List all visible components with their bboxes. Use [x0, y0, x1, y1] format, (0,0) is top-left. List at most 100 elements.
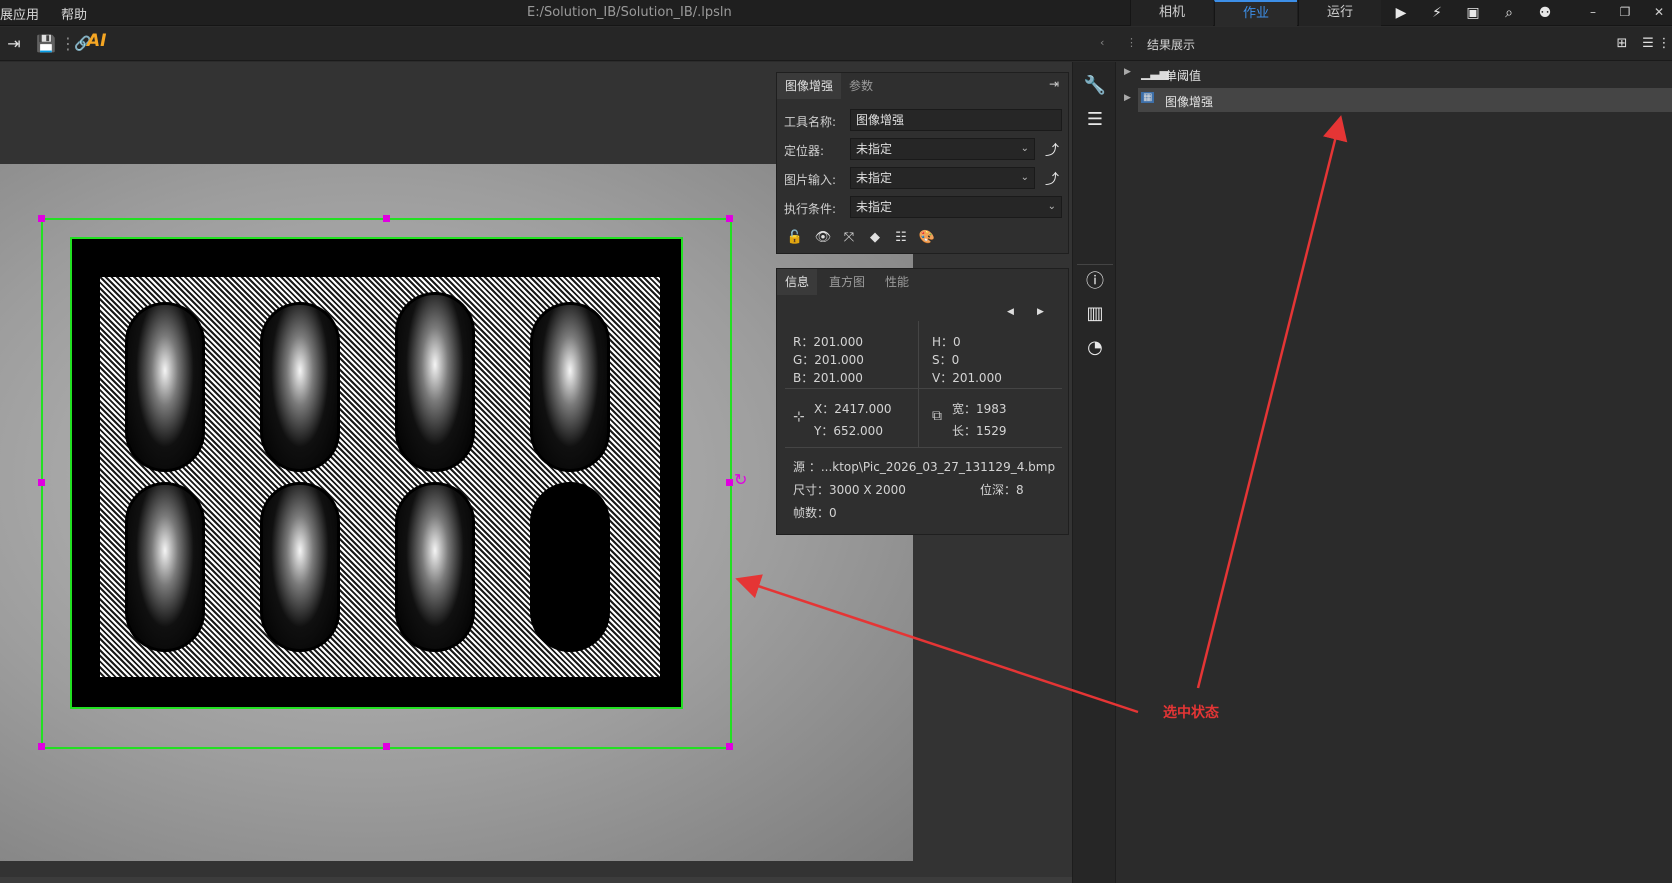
lightning-icon[interactable]: ⚡	[1426, 3, 1448, 23]
tab-image-enhance[interactable]: 图像增强	[777, 73, 842, 99]
roi-handle[interactable]	[38, 479, 45, 486]
gauge-icon[interactable]: ◔	[1083, 336, 1107, 360]
exec-condition-label: 执行条件:	[784, 202, 837, 216]
pos-y: Y：652.000	[814, 424, 883, 438]
restore-icon[interactable]: ❐	[1614, 2, 1636, 22]
save-icon[interactable]: 💾	[34, 32, 58, 56]
size-height: 长：1529	[952, 424, 1007, 438]
user-off-icon[interactable]: ⚉	[1534, 3, 1556, 23]
image-input-select[interactable]: 未指定 ⌄	[850, 167, 1035, 189]
roi-handle[interactable]	[38, 215, 45, 222]
eye-icon[interactable]: 👁	[813, 228, 833, 248]
palette-icon[interactable]: 🎨	[917, 228, 937, 248]
rgb-g: G：201.000	[793, 353, 864, 367]
fit-screen-icon[interactable]: ⤧	[839, 228, 859, 248]
list-icon[interactable]: ☷	[891, 228, 911, 248]
link-up-icon[interactable]: ⤴	[1045, 140, 1059, 160]
collapse-left-icon[interactable]: ‹	[1100, 36, 1104, 49]
pos-x: X：2417.000	[814, 402, 892, 416]
tool-name-label: 工具名称:	[784, 115, 837, 129]
divider	[785, 447, 1062, 448]
link-up-icon[interactable]: ⤴	[1045, 169, 1059, 189]
rotate-handle-icon[interactable]: ↻	[734, 472, 747, 488]
menu-item-help[interactable]: 帮助	[61, 4, 87, 23]
tree-item-label: 图像增强	[1165, 95, 1214, 109]
divider	[918, 321, 919, 448]
locator-label: 定位器:	[784, 144, 825, 158]
roi-handle[interactable]	[726, 479, 733, 486]
annotation-label: 选中状态	[1163, 705, 1219, 721]
main-toolbar: ⇥ 💾 ⋮ 🔗 AI ‹ ⋮ 结果展示 ⊞ ☰ ⋮	[0, 27, 1672, 61]
roi-selection-box[interactable]	[41, 218, 732, 749]
expand-arrow-icon[interactable]: ▶	[1124, 93, 1131, 103]
size-width: 宽：1983	[952, 402, 1007, 416]
add-folder-icon[interactable]: ⊞	[1610, 32, 1634, 56]
image-icon: ▦	[1141, 92, 1155, 103]
menu-item-apps[interactable]: 展应用	[0, 4, 39, 23]
tree-item-single-threshold[interactable]: ▶ ▁▃▅ 单阈值	[1117, 62, 1672, 86]
tab-info[interactable]: 信息	[777, 269, 818, 295]
tree-item-image-enhance[interactable]: ▦ 图像增强	[1138, 88, 1672, 112]
ai-logo[interactable]: AI	[87, 31, 106, 51]
rgb-r: R：201.000	[793, 335, 863, 349]
shapes-icon[interactable]: ◆	[865, 228, 885, 248]
source-path: 源 ：...ktop\Pic_2026_03_27_131129_4.bmp	[793, 460, 1056, 474]
hsv-h: H：0	[932, 335, 961, 349]
tool-settings-panel: 图像增强 参数 ⇥ 工具名称: 图像增强 定位器: 未指定 ⌄ ⤴ 图片输入: 未…	[776, 72, 1069, 254]
info-icon[interactable]: ⓘ	[1083, 270, 1107, 294]
bit-depth: 位深：8	[980, 483, 1024, 497]
chevron-down-icon: ⌄	[1020, 143, 1029, 154]
save-all-icon[interactable]: ▣	[1462, 3, 1484, 23]
side-tool-strip: 🔧 ☰ ⓘ ▥ ◔	[1072, 62, 1116, 883]
roi-handle[interactable]	[38, 743, 45, 750]
sliders-icon[interactable]: ☰	[1083, 108, 1107, 132]
image-input-label: 图片输入:	[784, 173, 837, 187]
frame-count: 帧数：0	[793, 506, 837, 520]
locator-value: 未指定	[856, 142, 893, 156]
tree-item-label: 单阈值	[1165, 69, 1202, 83]
play-icon[interactable]: ▶	[1390, 3, 1412, 23]
separator-dots-icon: ⋮	[60, 34, 76, 53]
minimize-icon[interactable]: –	[1582, 2, 1604, 22]
results-panel: ▶ ▁▃▅ 单阈值 ▦ 图像增强 ▶	[1117, 62, 1672, 883]
exec-condition-select[interactable]: 未指定 ⌄	[850, 196, 1062, 218]
settings-list-icon[interactable]: ⋮	[1656, 32, 1672, 56]
unlock-icon[interactable]: 🔓	[785, 228, 805, 248]
tab-job[interactable]: 作业	[1214, 0, 1297, 26]
chevron-down-icon: ⌄	[1047, 201, 1056, 212]
results-panel-title: 结果展示	[1147, 38, 1196, 52]
pin-icon[interactable]: ⇥	[1049, 77, 1059, 91]
collapse-right-icon[interactable]: ⋮	[1126, 36, 1137, 49]
tab-histogram[interactable]: 直方图	[821, 269, 873, 295]
divider	[1077, 264, 1113, 265]
roi-handle[interactable]	[383, 215, 390, 222]
size-box-icon: ⧉	[932, 408, 942, 424]
roi-handle[interactable]	[383, 743, 390, 750]
roi-handle[interactable]	[726, 743, 733, 750]
hsv-v: V：201.000	[932, 371, 1002, 385]
locator-select[interactable]: 未指定 ⌄	[850, 138, 1035, 160]
title-bar: 展应用 帮助 E:/Solution_IB/Solution_IB/.lpsln…	[0, 0, 1672, 26]
export-icon[interactable]: ⇥	[2, 32, 26, 56]
crosshair-icon: ⊹	[793, 409, 805, 425]
next-arrow-icon[interactable]: ▶	[1037, 307, 1044, 317]
tab-run[interactable]: 运行	[1298, 0, 1381, 26]
close-icon[interactable]: ✕	[1648, 2, 1670, 22]
divider	[785, 388, 1062, 389]
chevron-down-icon: ⌄	[1020, 172, 1029, 183]
roi-handle[interactable]	[726, 215, 733, 222]
expand-arrow-icon[interactable]: ▶	[1124, 67, 1131, 77]
hsv-s: S：0	[932, 353, 960, 367]
tab-camera[interactable]: 相机	[1130, 0, 1213, 26]
histogram-icon[interactable]: ▥	[1083, 302, 1107, 326]
horizontal-scrollbar[interactable]	[0, 877, 1072, 883]
window-title: E:/Solution_IB/Solution_IB/.lpsln	[527, 5, 732, 20]
search-icon[interactable]: ⌕	[1498, 3, 1520, 23]
tool-name-field[interactable]: 图像增强	[850, 109, 1062, 131]
tab-performance[interactable]: 性能	[877, 269, 917, 295]
image-dimension: 尺寸：3000 X 2000	[793, 483, 906, 497]
wrench-icon[interactable]: 🔧	[1083, 74, 1107, 98]
info-panel: 信息 直方图 性能 ◀ ▶ R：201.000 G：201.000 B：201.…	[776, 268, 1069, 535]
prev-arrow-icon[interactable]: ◀	[1007, 307, 1014, 317]
tab-params[interactable]: 参数	[841, 73, 881, 99]
